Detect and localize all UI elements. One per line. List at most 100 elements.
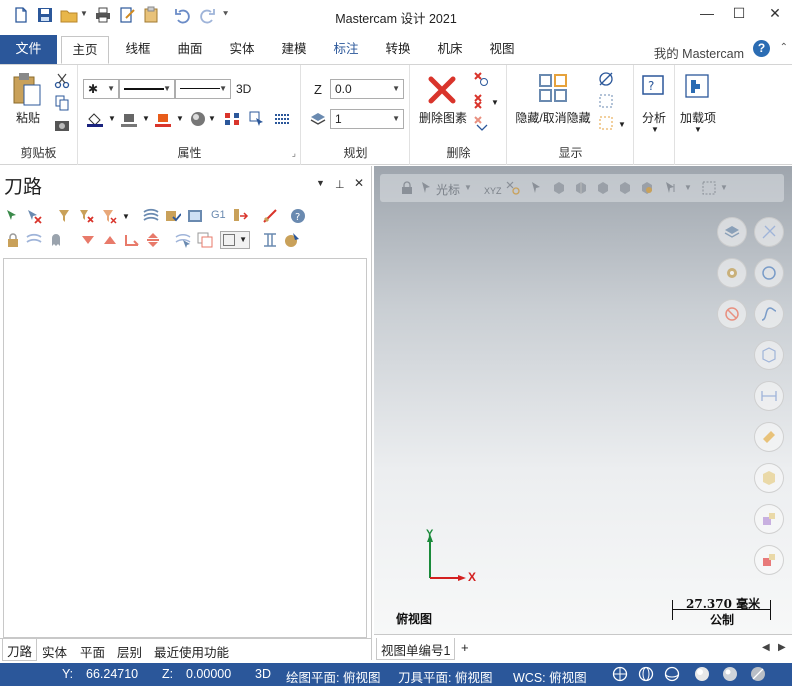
- paste-icon[interactable]: [12, 71, 44, 109]
- regenerate-all-icon[interactable]: [56, 208, 72, 224]
- show-entities-icon[interactable]: [598, 93, 614, 109]
- layer-view-button[interactable]: [754, 504, 784, 534]
- circle-tool-button[interactable]: [754, 258, 784, 288]
- ribbon-collapse-icon[interactable]: ⌃: [780, 42, 788, 53]
- set-all-icon[interactable]: [224, 111, 240, 127]
- close-button[interactable]: ✕: [758, 0, 792, 28]
- undelete-icon[interactable]: [473, 115, 489, 131]
- hide-operations-icon[interactable]: [48, 232, 64, 248]
- delete-duplicates-icon[interactable]: [473, 71, 489, 87]
- help-icon[interactable]: ?: [753, 40, 770, 57]
- 3d-mode-toggle[interactable]: 3D: [255, 667, 271, 681]
- tab-model-prep[interactable]: 建模: [269, 36, 319, 64]
- manager-tab-recent[interactable]: 最近使用功能: [154, 642, 229, 661]
- viewsheet-prev-icon[interactable]: ◀: [762, 642, 770, 653]
- redo-icon[interactable]: [198, 6, 216, 24]
- vector-select-icon[interactable]: [664, 181, 678, 195]
- cplane-selector[interactable]: 绘图平面: 俯视图: [286, 667, 380, 686]
- chevron-down-icon[interactable]: ▼: [491, 98, 499, 107]
- point-style-combo[interactable]: ✱ ▼: [83, 79, 119, 99]
- analyze-label[interactable]: 分析: [635, 109, 673, 126]
- lock-icon[interactable]: [400, 181, 414, 195]
- blank-icon[interactable]: [598, 71, 614, 87]
- chevron-down-icon[interactable]: ▼: [720, 183, 728, 192]
- solid-edge-select-icon[interactable]: [596, 181, 610, 195]
- properties-icon[interactable]: [142, 6, 160, 24]
- screen-capture-icon[interactable]: [54, 117, 70, 133]
- z-depth-combo[interactable]: 0.0 ▼: [330, 79, 404, 99]
- operations-tree[interactable]: [3, 258, 367, 638]
- shaded-view-button[interactable]: [754, 463, 784, 493]
- insert-after-icon[interactable]: [124, 232, 140, 248]
- shaded-sphere-icon[interactable]: [694, 666, 710, 682]
- manager-tab-planes[interactable]: 平面: [80, 642, 105, 661]
- copy-icon[interactable]: [54, 95, 70, 111]
- cancel-button[interactable]: [717, 299, 747, 329]
- chevron-down-icon[interactable]: ▼: [122, 212, 130, 221]
- pin-icon[interactable]: ⊥: [335, 178, 345, 191]
- cut-icon[interactable]: [54, 73, 70, 89]
- delete-duplicates-advanced-icon[interactable]: [473, 93, 489, 109]
- tab-surfaces[interactable]: 曲面: [165, 36, 215, 64]
- show-dimensions-icon[interactable]: [598, 115, 614, 131]
- solid-view-button[interactable]: [754, 340, 784, 370]
- tab-drafting[interactable]: 标注: [321, 36, 371, 64]
- translucency-sphere-icon[interactable]: [750, 666, 766, 682]
- tab-home[interactable]: 主页: [61, 36, 109, 64]
- customize-qat-icon[interactable]: ⯆: [222, 9, 229, 20]
- chevron-down-icon[interactable]: ▼: [694, 125, 702, 134]
- delete-entities-icon[interactable]: [427, 75, 457, 105]
- save-icon[interactable]: [36, 6, 54, 24]
- panel-close-icon[interactable]: ✕: [354, 176, 364, 190]
- chevron-down-icon[interactable]: ▼: [176, 114, 184, 123]
- solid-feature-select-icon[interactable]: [640, 181, 654, 195]
- scroll-insert-icon[interactable]: [145, 232, 161, 248]
- viewsheet-tab[interactable]: 视图单编号1: [376, 638, 456, 660]
- tool-manager-icon[interactable]: [262, 232, 278, 248]
- wireframe-color-icon[interactable]: [87, 111, 103, 127]
- toggle-display-icon[interactable]: [101, 208, 117, 224]
- grid-button[interactable]: [754, 217, 784, 247]
- clear-colors-icon[interactable]: [274, 111, 290, 127]
- move-insert-down-icon[interactable]: [80, 232, 96, 248]
- open-folder-icon[interactable]: [60, 6, 78, 24]
- manager-tab-solids[interactable]: 实体: [42, 642, 67, 661]
- hide-unhide-icon[interactable]: [538, 73, 568, 103]
- chevron-down-icon[interactable]: ▼: [618, 120, 626, 129]
- tplane-selector[interactable]: 刀具平面: 俯视图: [398, 667, 492, 686]
- solid-loop-select-icon[interactable]: [618, 181, 632, 195]
- backplot-icon[interactable]: [143, 208, 159, 224]
- 3d-toggle[interactable]: 3D: [236, 82, 251, 96]
- tab-file[interactable]: 文件: [0, 35, 57, 64]
- line-style-combo[interactable]: ▼: [119, 79, 175, 99]
- toolpath-help-icon[interactable]: ?: [290, 208, 306, 224]
- attributes-dialog-launcher-icon[interactable]: ⌟: [292, 148, 296, 159]
- post-g1-icon[interactable]: G1: [211, 209, 226, 221]
- select-pointer-icon[interactable]: [530, 181, 544, 195]
- display-selected-group-icon[interactable]: [197, 232, 213, 248]
- solid-face-select-icon[interactable]: [574, 181, 588, 195]
- color-view-button[interactable]: [754, 545, 784, 575]
- paste-label[interactable]: 粘贴: [6, 109, 50, 126]
- display-selected-only-icon[interactable]: [175, 232, 191, 248]
- chevron-down-icon[interactable]: ▼: [108, 114, 116, 123]
- hidden-line-sphere-icon[interactable]: [664, 666, 680, 682]
- minimize-button[interactable]: —: [690, 0, 724, 28]
- window-select-icon[interactable]: [702, 181, 716, 195]
- solid-body-select-icon[interactable]: [552, 181, 566, 195]
- line-width-combo[interactable]: ▼: [175, 79, 231, 99]
- globe-icon[interactable]: [612, 666, 628, 682]
- post-selected-icon[interactable]: [233, 208, 249, 224]
- tab-view[interactable]: 视图: [477, 36, 527, 64]
- autocursor-icon[interactable]: [506, 181, 520, 195]
- lock-icon[interactable]: [5, 232, 21, 248]
- spline-tool-button[interactable]: [754, 299, 784, 329]
- settings-button[interactable]: [717, 258, 747, 288]
- new-file-icon[interactable]: [12, 6, 30, 24]
- select-attributes-icon[interactable]: [249, 111, 265, 127]
- tab-machine[interactable]: 机床: [425, 36, 475, 64]
- print-preview-icon[interactable]: [118, 6, 136, 24]
- solid-color-icon[interactable]: [155, 111, 171, 127]
- xyz-entry-label[interactable]: XYZ: [484, 186, 502, 196]
- chevron-down-icon[interactable]: ▼: [464, 183, 472, 192]
